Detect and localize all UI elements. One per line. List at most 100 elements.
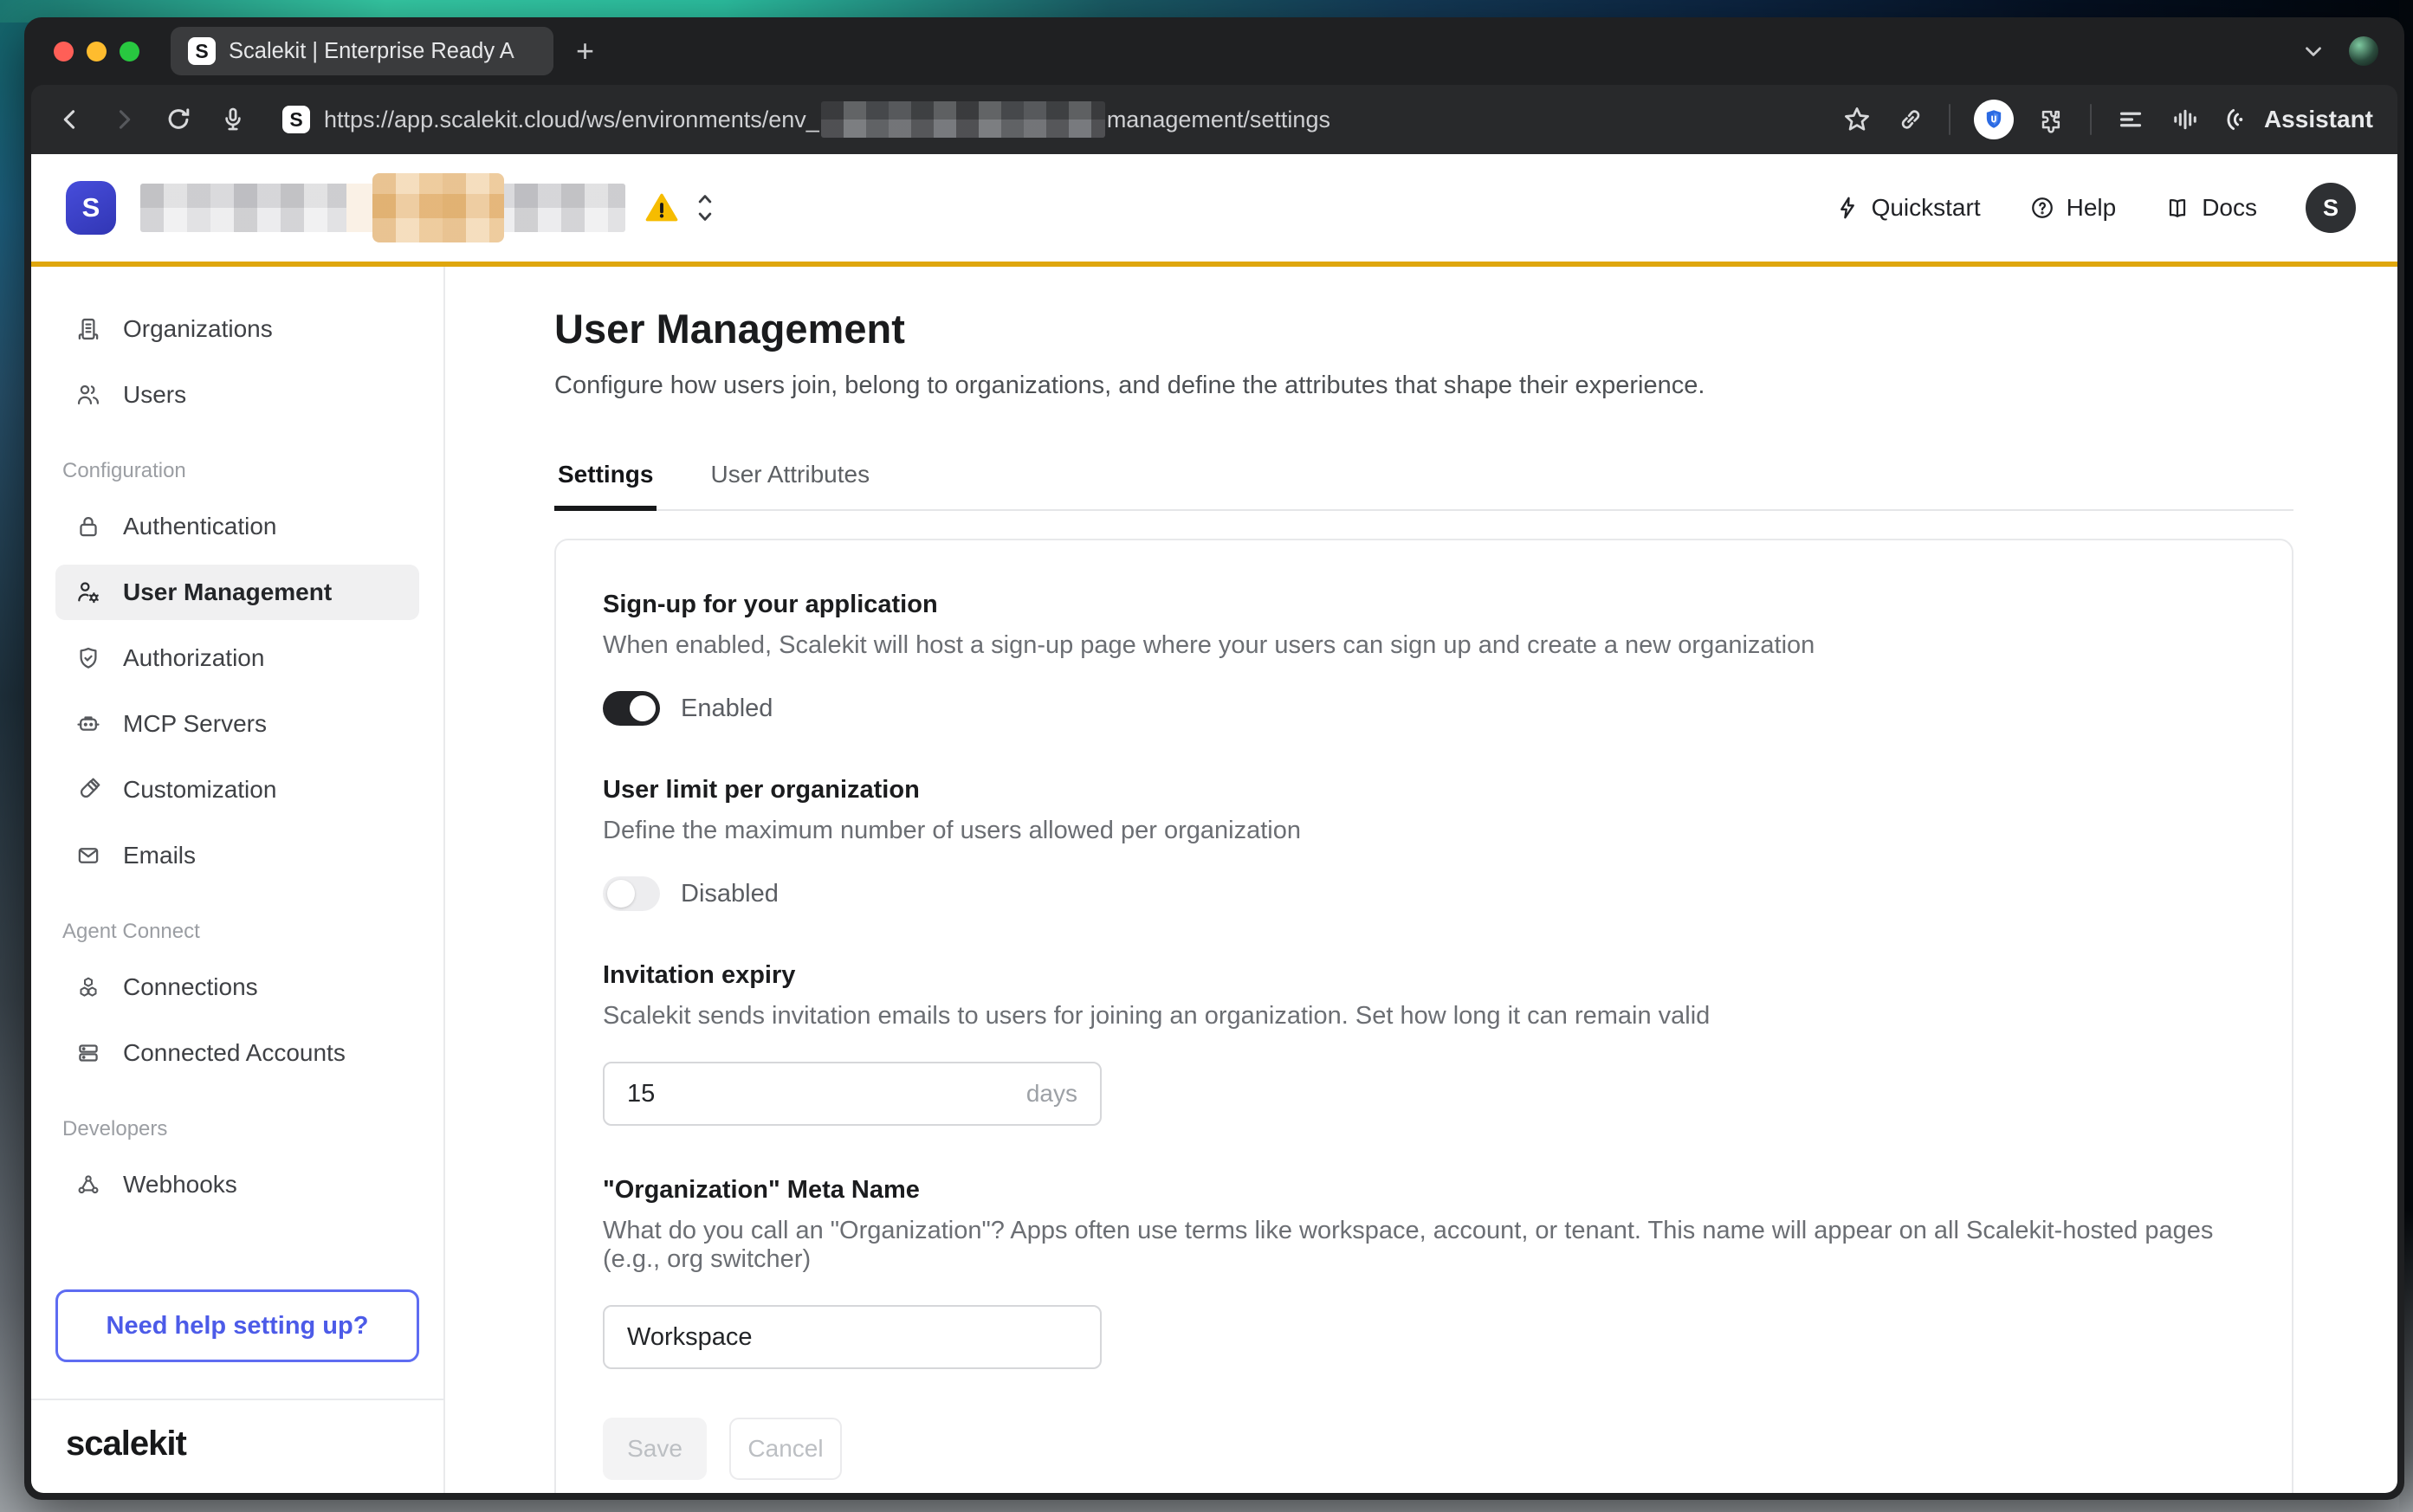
minimize-window-button[interactable] xyxy=(87,42,107,61)
toolbar-divider xyxy=(2090,104,2092,135)
org-meta-name-value: Workspace xyxy=(627,1323,753,1352)
quickstart-button[interactable]: Quickstart xyxy=(1834,194,1981,222)
sidebar-item-organizations[interactable]: Organizations xyxy=(55,301,419,357)
sidebar-item-webhooks[interactable]: Webhooks xyxy=(55,1157,419,1212)
signup-toggle-label: Enabled xyxy=(681,695,773,723)
browser-window: S Scalekit | Enterprise Ready A + xyxy=(24,17,2404,1500)
browser-tab[interactable]: S Scalekit | Enterprise Ready A xyxy=(171,27,553,75)
org-meta-name-title: "Organization" Meta Name xyxy=(603,1176,2245,1205)
url-prefix: https://app.scalekit.cloud/ws/environmen… xyxy=(324,107,819,133)
tab-user-attributes[interactable]: User Attributes xyxy=(707,449,873,509)
scalekit-favicon: S xyxy=(188,37,216,65)
help-button[interactable]: Help xyxy=(2029,194,2117,222)
invitation-expiry-unit: days xyxy=(1026,1080,1077,1108)
docs-button[interactable]: Docs xyxy=(2164,194,2257,222)
webhook-icon xyxy=(73,1171,104,1199)
user-gear-icon xyxy=(73,578,104,606)
copy-link-icon[interactable] xyxy=(1896,105,1925,134)
org-meta-name-section: "Organization" Meta Name What do you cal… xyxy=(603,1176,2245,1369)
password-extension-icon[interactable] xyxy=(1974,100,2014,139)
microphone-icon[interactable] xyxy=(218,105,248,134)
signup-toggle[interactable] xyxy=(603,691,660,726)
sidebar-item-connected-accounts[interactable]: Connected Accounts xyxy=(55,1025,419,1081)
sidebar-footer: scalekit xyxy=(31,1399,443,1493)
users-icon xyxy=(73,381,104,409)
cancel-button[interactable]: Cancel xyxy=(729,1418,842,1480)
help-circle-icon xyxy=(2029,195,2055,221)
bookmark-star-icon[interactable] xyxy=(1841,104,1873,135)
assistant-button[interactable]: Assistant xyxy=(2224,105,2373,134)
sidebar-item-user-management[interactable]: User Management xyxy=(55,565,419,620)
sidebar-item-emails[interactable]: Emails xyxy=(55,828,419,883)
signup-title: Sign-up for your application xyxy=(603,591,2245,619)
user-avatar[interactable]: S xyxy=(2306,183,2356,233)
lock-icon xyxy=(73,513,104,540)
browser-nav-bar: S https://app.scalekit.cloud/ws/environm… xyxy=(31,85,2397,154)
tab-title: Scalekit | Enterprise Ready A xyxy=(229,39,514,64)
signup-description: When enabled, Scalekit will host a sign-… xyxy=(603,631,2245,660)
tab-settings[interactable]: Settings xyxy=(554,449,657,509)
url-bar[interactable]: https://app.scalekit.cloud/ws/environmen… xyxy=(324,101,1330,138)
need-help-button[interactable]: Need help setting up? xyxy=(55,1289,419,1362)
app-header: S Quickstart xyxy=(31,154,2397,267)
page-subtitle: Configure how users join, belong to orga… xyxy=(554,372,2293,400)
environment-switcher-chevrons[interactable] xyxy=(693,190,717,226)
paintbrush-icon xyxy=(73,776,104,804)
environment-name-redacted xyxy=(372,173,504,242)
sidebar-item-connections[interactable]: Connections xyxy=(55,960,419,1015)
robot-icon xyxy=(73,710,104,738)
reload-icon[interactable] xyxy=(163,104,194,135)
window-controls xyxy=(54,42,139,61)
docs-book-icon xyxy=(2164,195,2190,221)
sidebar-item-authorization[interactable]: Authorization xyxy=(55,630,419,686)
scalekit-wordmark: scalekit xyxy=(66,1425,186,1463)
tab-bar: Settings User Attributes xyxy=(554,449,2293,511)
sidebar-section-developers: Developers xyxy=(62,1117,419,1141)
user-limit-toggle[interactable] xyxy=(603,876,660,911)
scalekit-logo: S xyxy=(66,181,116,235)
url-redacted-segment xyxy=(821,101,1105,138)
organizations-icon xyxy=(73,315,104,343)
server-stack-icon xyxy=(73,1039,104,1067)
back-icon[interactable] xyxy=(55,105,85,134)
settings-card: Sign-up for your application When enable… xyxy=(554,539,2293,1493)
invitation-expiry-input[interactable]: 15 days xyxy=(603,1062,1102,1126)
sidebar-section-configuration: Configuration xyxy=(62,459,419,483)
voice-waveform-icon[interactable] xyxy=(2170,104,2201,135)
invitation-expiry-value: 15 xyxy=(627,1080,655,1108)
reading-list-icon[interactable] xyxy=(2115,104,2146,135)
envelope-icon xyxy=(73,842,104,869)
cubes-icon xyxy=(73,973,104,1001)
environment-warning-icon xyxy=(644,191,679,225)
chevron-down-icon[interactable] xyxy=(2300,38,2326,64)
invitation-expiry-section: Invitation expiry Scalekit sends invitat… xyxy=(603,961,2245,1126)
invitation-expiry-description: Scalekit sends invitation emails to user… xyxy=(603,1002,2245,1031)
org-meta-name-description: What do you call an "Organization"? Apps… xyxy=(603,1217,2245,1274)
org-meta-name-input[interactable]: Workspace xyxy=(603,1305,1102,1369)
page-title: User Management xyxy=(554,305,2293,352)
zoom-window-button[interactable] xyxy=(120,42,139,61)
signup-section: Sign-up for your application When enable… xyxy=(603,591,2245,726)
sidebar-section-agent-connect: Agent Connect xyxy=(62,920,419,944)
sidebar-item-users[interactable]: Users xyxy=(55,367,419,423)
shield-check-icon xyxy=(73,644,104,672)
browser-profile-avatar[interactable] xyxy=(2349,36,2378,66)
user-limit-toggle-label: Disabled xyxy=(681,880,779,908)
user-limit-description: Define the maximum number of users allow… xyxy=(603,817,2245,845)
lightning-icon xyxy=(1834,195,1860,221)
extensions-puzzle-icon[interactable] xyxy=(2037,105,2067,134)
sidebar-item-mcp-servers[interactable]: MCP Servers xyxy=(55,696,419,752)
workspace-name-redacted[interactable] xyxy=(140,184,625,232)
url-favicon: S xyxy=(282,106,310,133)
forward-icon[interactable] xyxy=(109,105,139,134)
user-limit-section: User limit per organization Define the m… xyxy=(603,776,2245,911)
sidebar-item-customization[interactable]: Customization xyxy=(55,762,419,817)
main-content: User Management Configure how users join… xyxy=(445,267,2397,1493)
sidebar-item-authentication[interactable]: Authentication xyxy=(55,499,419,554)
toolbar-divider xyxy=(1949,104,1950,135)
save-button[interactable]: Save xyxy=(603,1418,707,1480)
url-suffix: management/settings xyxy=(1107,107,1330,133)
new-tab-button[interactable]: + xyxy=(576,36,594,67)
close-window-button[interactable] xyxy=(54,42,74,61)
sidebar: Organizations Users Configuration xyxy=(31,267,445,1493)
